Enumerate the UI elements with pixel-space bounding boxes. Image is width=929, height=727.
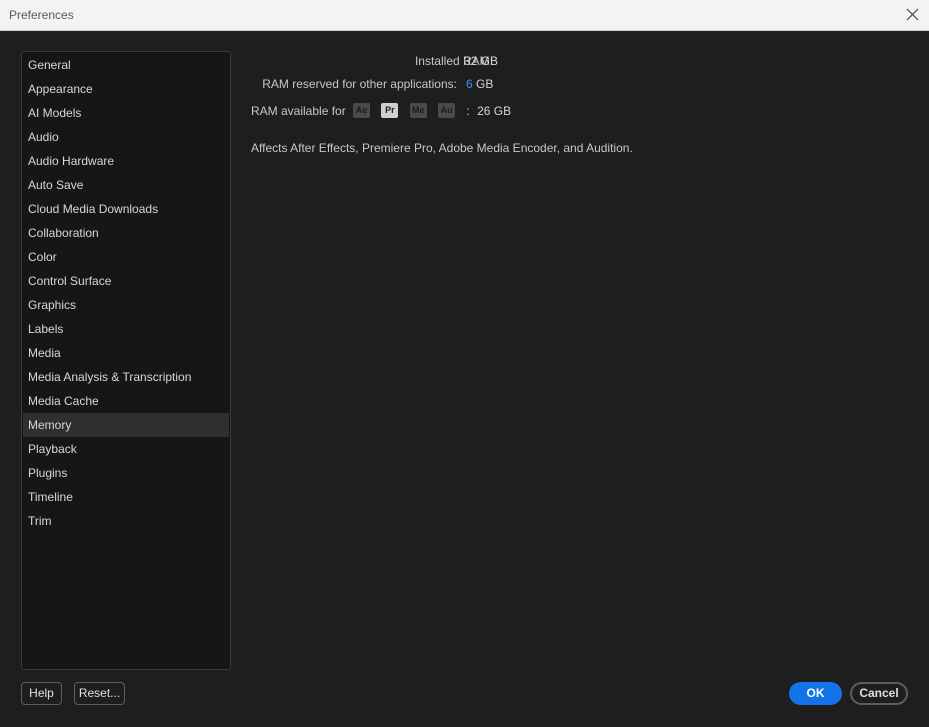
premiere-pro-app-icon: Pr bbox=[381, 103, 399, 119]
reset-button[interactable]: Reset... bbox=[74, 682, 125, 705]
sidebar-item-media[interactable]: Media bbox=[23, 341, 229, 365]
reserved-ram-unit: GB bbox=[476, 77, 494, 91]
sidebar-item-ai-models[interactable]: AI Models bbox=[23, 101, 229, 125]
sidebar-item-control-surface[interactable]: Control Surface bbox=[23, 269, 229, 293]
installed-ram-value: 32 GB bbox=[464, 54, 499, 68]
sidebar-item-audio[interactable]: Audio bbox=[23, 125, 229, 149]
available-ram-row: RAM available for Ae Pr Me Au : 26 GB bbox=[251, 103, 512, 119]
sidebar-item-plugins[interactable]: Plugins bbox=[23, 461, 229, 485]
after-effects-app-icon: Ae bbox=[353, 103, 371, 119]
available-ram-label: RAM available for bbox=[251, 104, 346, 118]
ok-button[interactable]: OK bbox=[789, 682, 842, 705]
cancel-button[interactable]: Cancel bbox=[850, 682, 908, 705]
title-bar: Preferences bbox=[0, 0, 929, 31]
available-colon: : bbox=[466, 104, 470, 118]
sidebar-item-timeline[interactable]: Timeline bbox=[23, 485, 229, 509]
sidebar-item-playback[interactable]: Playback bbox=[23, 437, 229, 461]
window-title: Preferences bbox=[9, 8, 74, 22]
available-ram-value: 26 GB bbox=[477, 104, 512, 118]
media-encoder-app-icon: Me bbox=[409, 103, 427, 119]
sidebar-item-general[interactable]: General bbox=[23, 53, 229, 77]
installed-ram-value-row: 32 GB bbox=[464, 54, 498, 68]
sidebar-item-color[interactable]: Color bbox=[23, 245, 229, 269]
preferences-category-list: General Appearance AI Models Audio Audio… bbox=[21, 51, 231, 670]
sidebar-item-cloud-media-downloads[interactable]: Cloud Media Downloads bbox=[23, 197, 229, 221]
sidebar-item-labels[interactable]: Labels bbox=[23, 317, 229, 341]
help-button[interactable]: Help bbox=[21, 682, 62, 705]
sidebar-item-memory[interactable]: Memory bbox=[23, 413, 229, 437]
close-icon[interactable] bbox=[906, 8, 919, 21]
reserved-ram-row: RAM reserved for other applications: bbox=[262, 77, 457, 91]
reserved-ram-value-row: 6 GB bbox=[466, 77, 493, 91]
memory-note: Affects After Effects, Premiere Pro, Ado… bbox=[251, 141, 633, 155]
sidebar-item-media-analysis-transcription[interactable]: Media Analysis & Transcription bbox=[23, 365, 229, 389]
sidebar-item-graphics[interactable]: Graphics bbox=[23, 293, 229, 317]
reserved-ram-label: RAM reserved for other applications: bbox=[262, 77, 457, 91]
sidebar-item-audio-hardware[interactable]: Audio Hardware bbox=[23, 149, 229, 173]
sidebar-item-media-cache[interactable]: Media Cache bbox=[23, 389, 229, 413]
sidebar-item-appearance[interactable]: Appearance bbox=[23, 77, 229, 101]
memory-note-text: Affects After Effects, Premiere Pro, Ado… bbox=[251, 141, 633, 155]
sidebar-item-auto-save[interactable]: Auto Save bbox=[23, 173, 229, 197]
reserved-ram-value[interactable]: 6 bbox=[466, 77, 473, 91]
audition-app-icon: Au bbox=[438, 103, 456, 119]
sidebar-item-collaboration[interactable]: Collaboration bbox=[23, 221, 229, 245]
sidebar-item-trim[interactable]: Trim bbox=[23, 509, 229, 533]
